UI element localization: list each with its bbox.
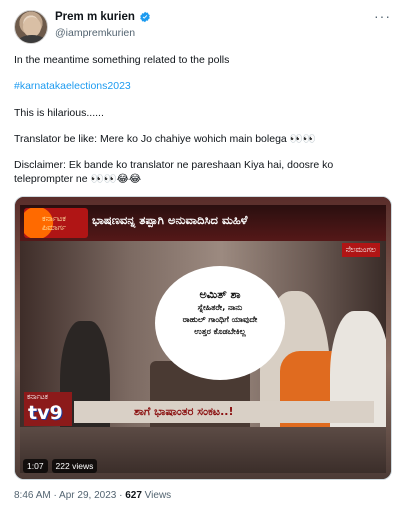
author-name-row: Prem m kurien bbox=[55, 11, 151, 23]
video-duration: 1:07 bbox=[23, 459, 48, 473]
bubble-line3: ರಾಹುಲ್ ಗಾಂಧಿಗೆ ಯಾವುದೇ bbox=[182, 315, 258, 324]
news-ticker-text: ಶಾಗೆ ಭಾಷಾಂತರ ಸಂಕಟ..! bbox=[134, 405, 234, 418]
video-view-count: 222 views bbox=[51, 459, 98, 473]
tweet-time[interactable]: 8:46 AM bbox=[14, 490, 51, 501]
tweet-text-line1: In the meantime something related to the… bbox=[14, 54, 230, 66]
author-handle[interactable]: @iampremkurien bbox=[55, 27, 135, 39]
tv9-logo-text: tv9 bbox=[28, 402, 63, 424]
author-display-name[interactable]: Prem m kurien bbox=[55, 11, 135, 23]
video-headline: ಭಾಷಣವನ್ನ ತಪ್ಪಾಗಿ ಅನುವಾದಿಸಿದ ಮಹಿಳೆ bbox=[92, 213, 248, 227]
tweet-date[interactable]: Apr 29, 2023 bbox=[59, 490, 116, 501]
tweet: Prem m kurien @iampremkurien ··· In the … bbox=[0, 0, 407, 520]
speech-bubble-text: ಅಮಿತ್ ಶಾ ಸ್ನೇಹಿತರೇ, ನಾನು ರಾಹುಲ್ ಗಾಂಧಿಗೆ … bbox=[158, 287, 282, 338]
video-overlay: 1:07 222 views bbox=[23, 459, 98, 473]
avatar-face bbox=[23, 17, 41, 37]
video-frame: ಕರ್ನಾಟಕ ಪಿಮಾರ್ಗ ಭಾಷಣವನ್ನ ತಪ್ಪಾಗಿ ಅನುವಾದಿ… bbox=[20, 205, 386, 473]
video-location-tag: ನೆಲಮಂಗಲ bbox=[341, 243, 380, 257]
hashtag-link[interactable]: #karnatakaelections2023 bbox=[14, 79, 394, 93]
more-options-icon[interactable]: ··· bbox=[374, 8, 391, 24]
tv9-logo: ಕರ್ನಾಟಕ tv9 bbox=[24, 392, 72, 426]
bubble-line2: ಸ್ನೇಹಿತರೇ, ನಾನು bbox=[197, 303, 243, 312]
tweet-views-label: Views bbox=[144, 490, 172, 501]
news-ticker: ಶಾಗೆ ಭಾಷಾಂತರ ಸಂಕಟ..! bbox=[74, 401, 374, 423]
tweet-views-count: 627 bbox=[125, 490, 142, 501]
tweet-meta: 8:46 AM · Apr 29, 2023 · 627 Views bbox=[14, 490, 171, 501]
channel-logo-text: ಕರ್ನಾಟಕ ಪಿಮಾರ್ಗ bbox=[42, 214, 67, 232]
tweet-text-line4a: Disclaimer: Ek bande ko translator ne pa… bbox=[14, 159, 334, 171]
tweet-text-line3: Translator be like: Mere ko Jo chahiye w… bbox=[14, 133, 316, 145]
avatar-shirt bbox=[17, 35, 47, 43]
video-headline-banner: ಕರ್ನಾಟಕ ಪಿಮಾರ್ಗ ಭಾಷಣವನ್ನ ತಪ್ಪಾಗಿ ಅನುವಾದಿ… bbox=[20, 205, 386, 241]
bubble-line1: ಅಮಿತ್ ಶಾ bbox=[199, 288, 241, 301]
tweet-text-line4b: teleprompter ne 👀👀😂😂 bbox=[14, 173, 142, 185]
speech-bubble: ಅಮಿತ್ ಶಾ ಸ್ನೇಹಿತರೇ, ನಾನು ರಾಹುಲ್ ಗಾಂಧಿಗೆ … bbox=[158, 269, 282, 377]
bubble-line4: ಉತ್ತರ ಕೊಡಬೇಕಿಲ್ಲ bbox=[194, 327, 246, 336]
avatar[interactable] bbox=[14, 10, 48, 44]
verified-badge-icon bbox=[140, 11, 150, 23]
tweet-text-line2: This is hilarious...... bbox=[14, 107, 104, 119]
channel-logo-top: ಕರ್ನಾಟಕ ಪಿಮಾರ್ಗ bbox=[24, 208, 88, 238]
video-player[interactable]: ಕರ್ನಾಟಕ ಪಿಮಾರ್ಗ ಭಾಷಣವನ್ನ ತಪ್ಪಾಗಿ ಅನುವಾದಿ… bbox=[14, 196, 392, 480]
tv9-state-label: ಕರ್ನಾಟಕ bbox=[27, 393, 48, 401]
